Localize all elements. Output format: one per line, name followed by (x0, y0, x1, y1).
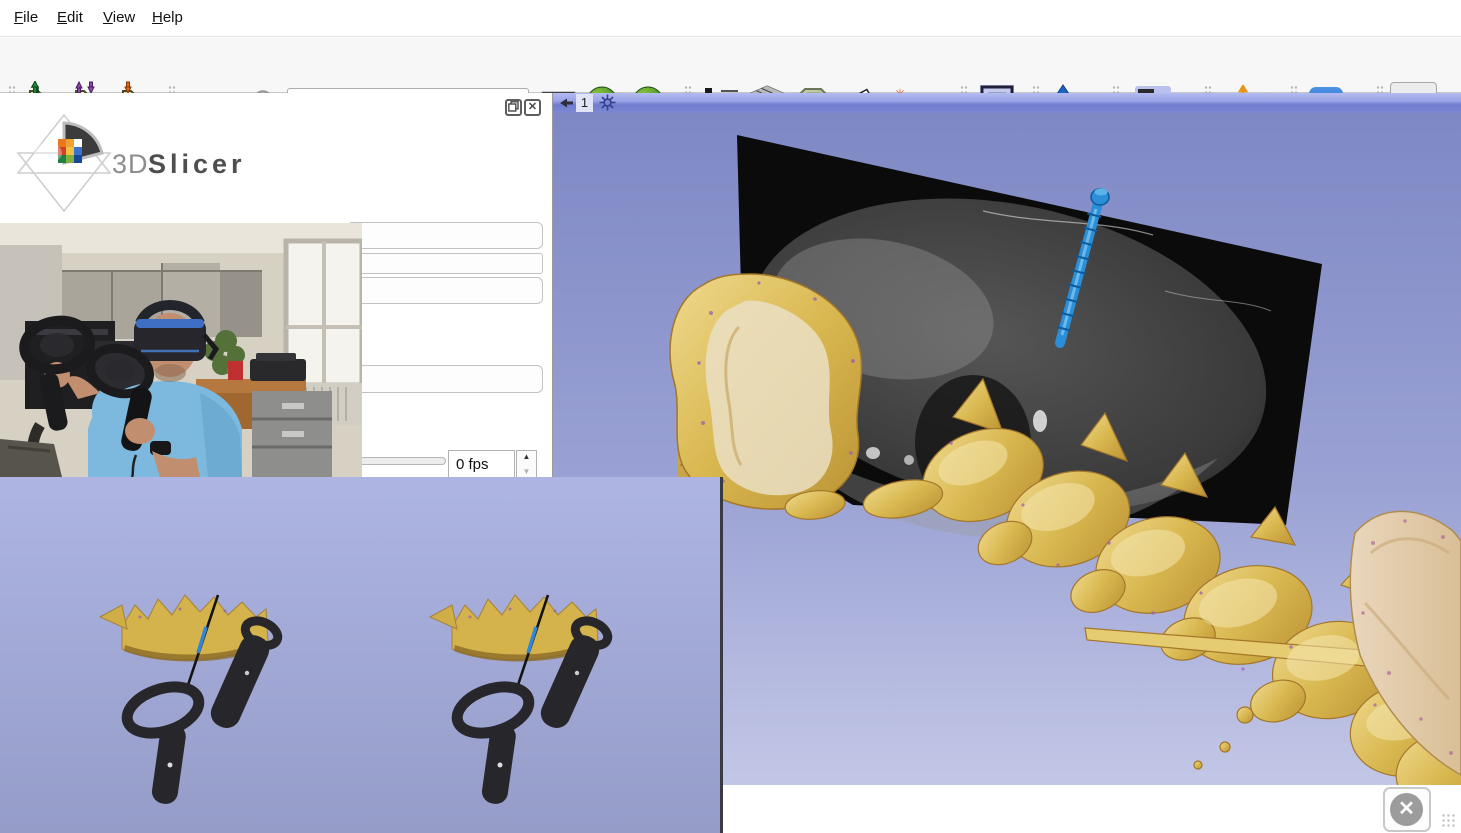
panel-field[interactable] (346, 253, 543, 274)
fps-value: 0 fps (456, 456, 489, 473)
close-icon: ✕ (528, 101, 537, 113)
fps-spin-buttons[interactable]: ▲ ▼ (516, 450, 537, 478)
menu-file[interactable]: File (14, 9, 38, 26)
logo-text-3d: 3D (112, 149, 149, 179)
panel-close-button[interactable]: ✕ (524, 99, 541, 116)
pin-icon[interactable] (558, 95, 574, 111)
menu-view[interactable]: View (103, 9, 135, 26)
panel-collapsible-section[interactable] (346, 222, 543, 249)
bone-left-chunk (670, 274, 861, 509)
view-name-badge: 1 (576, 94, 593, 112)
spin-up-icon[interactable]: ▲ (517, 452, 536, 461)
app-window: File Edit View Help DATA DCM (0, 0, 1461, 833)
vr-mirror-window (0, 477, 723, 833)
slicer-logo: 3D Slicer (6, 111, 266, 221)
vr-background (0, 477, 720, 833)
panel-popout-button[interactable] (505, 99, 522, 116)
bottom-bar: ✕ (723, 785, 1461, 833)
fps-spinbox[interactable]: 0 fps (448, 450, 515, 478)
close-icon: ✕ (1390, 793, 1423, 826)
webcam-video-overlay (0, 223, 362, 477)
spin-down-icon[interactable]: ▼ (517, 467, 536, 476)
close-overlay-button[interactable]: ✕ (1383, 787, 1431, 832)
popout-icon (508, 101, 519, 112)
threed-view-controller-bar[interactable]: 1 (553, 93, 1461, 113)
resize-grip[interactable] (1441, 813, 1457, 829)
panel-collapsible-section[interactable] (346, 277, 543, 304)
view-controller-icon[interactable] (599, 94, 616, 111)
menu-help[interactable]: Help (152, 9, 183, 26)
toolbar: DATA DCM SAVE Mod (0, 38, 1461, 93)
menu-bar: File Edit View Help (0, 0, 1461, 37)
logo-text-slicer: Slicer (148, 149, 246, 179)
menu-edit[interactable]: Edit (57, 9, 83, 26)
panel-collapsible-section[interactable] (346, 365, 543, 393)
